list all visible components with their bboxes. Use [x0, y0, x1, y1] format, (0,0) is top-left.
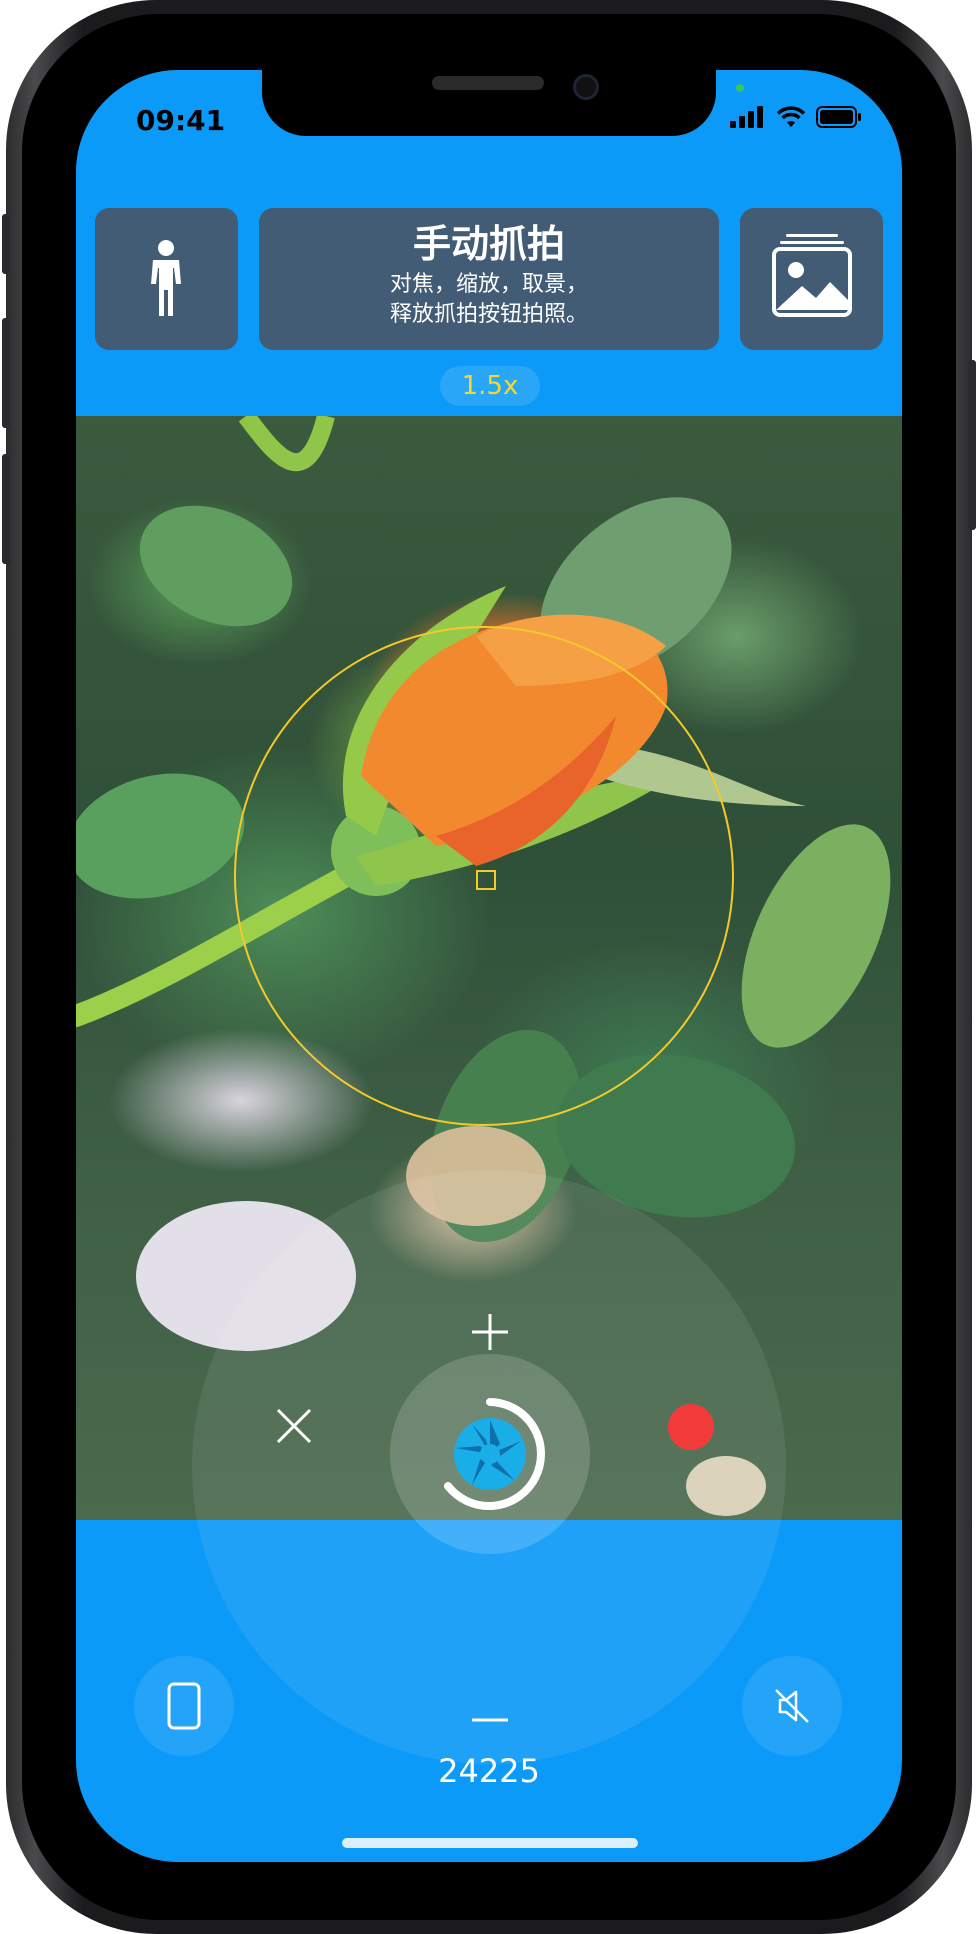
wifi-icon: [776, 106, 806, 127]
status-icons: [730, 106, 862, 128]
mute-switch: [2, 214, 10, 274]
mute-icon: [775, 1689, 809, 1723]
mode-title: 手动抓拍: [412, 222, 565, 266]
focus-point: [476, 870, 496, 890]
mode-description-line-1: 对焦，缩放，取景，: [389, 272, 588, 297]
cellular-signal-icon: [730, 106, 763, 128]
app-screen: 09:41 手动抓拍 对焦，缩放，取景， 释放抓拍按钮拍照。 1.5x 2422…: [76, 70, 902, 1862]
zoom-out-icon: [472, 1718, 508, 1722]
battery-icon: [816, 106, 861, 128]
front-camera: [573, 74, 599, 100]
zoom-in-button[interactable]: [460, 1302, 520, 1362]
zoom-level-badge[interactable]: 1.5x: [440, 366, 540, 406]
zoom-in-icon: [472, 1314, 508, 1350]
phone-portrait-icon: [167, 1682, 201, 1730]
orientation-button[interactable]: [134, 1656, 234, 1756]
mode-info-panel[interactable]: 手动抓拍 对焦，缩放，取景， 释放抓拍按钮拍照。: [259, 208, 719, 350]
gallery-button[interactable]: [740, 208, 883, 350]
camera-in-use-indicator: [736, 84, 744, 92]
status-time: 09:41: [136, 104, 226, 137]
close-button[interactable]: [264, 1396, 324, 1456]
person-mode-button[interactable]: [95, 208, 238, 350]
gallery-icon: [772, 234, 852, 317]
power-button: [968, 360, 976, 530]
person-icon: [151, 240, 181, 316]
record-dot[interactable]: [668, 1404, 714, 1450]
volume-up-button: [2, 318, 10, 428]
home-indicator[interactable]: [342, 1838, 638, 1848]
earpiece-speaker: [432, 76, 544, 90]
shutter-button[interactable]: [390, 1354, 590, 1554]
mute-button[interactable]: [742, 1656, 842, 1756]
capture-counter: 24225: [438, 1752, 540, 1790]
zoom-out-button[interactable]: [460, 1690, 520, 1750]
volume-down-button: [2, 454, 10, 564]
aperture-icon: [444, 1398, 545, 1510]
close-icon: [276, 1408, 312, 1444]
mode-description-line-2: 释放抓拍按钮拍照。: [389, 302, 588, 327]
